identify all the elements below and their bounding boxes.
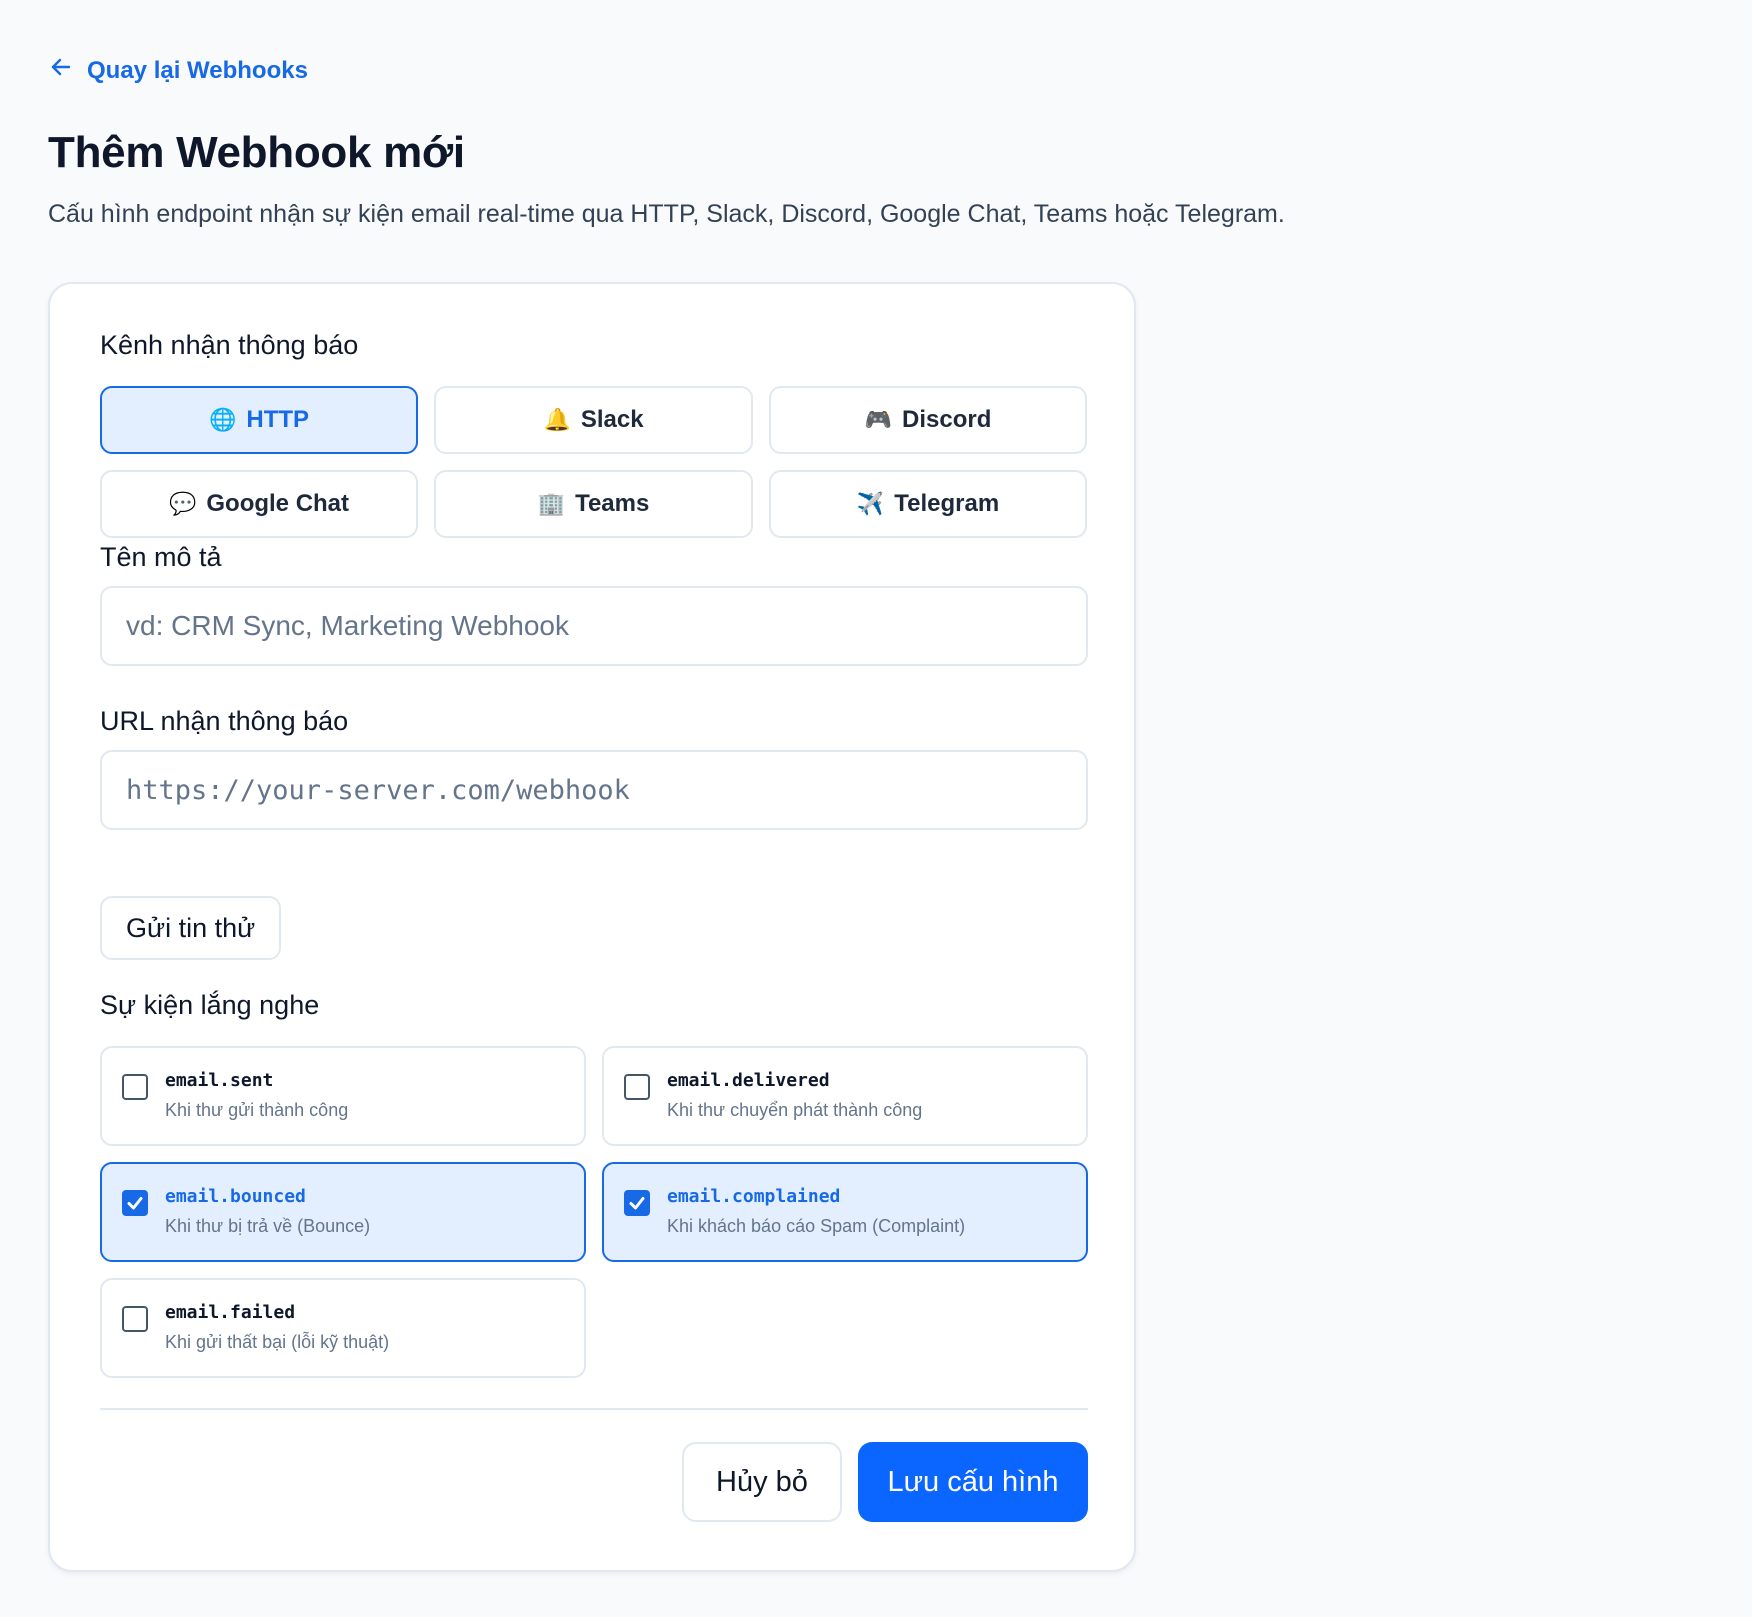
event-option-email-bounced[interactable]: email.bounced Khi thư bị trả về (Bounce) xyxy=(100,1162,586,1262)
form-footer-divider xyxy=(100,1408,1088,1410)
event-option-email-delivered[interactable]: email.delivered Khi thư chuyển phát thàn… xyxy=(602,1046,1088,1146)
event-description: Khi khách báo cáo Spam (Complaint) xyxy=(667,1216,966,1236)
event-description: Khi thư chuyển phát thành công xyxy=(667,1100,923,1120)
back-to-webhooks-link[interactable]: Quay lại Webhooks xyxy=(49,55,308,86)
channel-label: Slack xyxy=(580,406,644,433)
event-checkbox[interactable] xyxy=(122,1190,148,1216)
office-building-icon: 🏢 xyxy=(537,491,566,516)
name-field-label: Tên mô tả xyxy=(100,542,222,572)
page-title: Thêm Webhook mới xyxy=(48,128,465,177)
event-checkbox[interactable] xyxy=(122,1306,148,1332)
event-checkbox[interactable] xyxy=(624,1190,650,1216)
url-field-label: URL nhận thông báo xyxy=(100,706,349,736)
save-config-button[interactable]: Lưu cấu hình xyxy=(858,1442,1088,1522)
channel-option-slack[interactable]: 🔔 Slack xyxy=(434,386,753,454)
channel-section-label: Kênh nhận thông báo xyxy=(100,330,359,360)
event-description: Khi gửi thất bại (lỗi kỹ thuật) xyxy=(165,1332,390,1352)
page: Quay lại Webhooks Thêm Webhook mới Cấu h… xyxy=(0,0,1752,1617)
description-name-input[interactable] xyxy=(100,586,1088,666)
arrow-left-icon xyxy=(49,55,73,86)
event-description: Khi thư gửi thành công xyxy=(165,1100,349,1120)
channel-selector: 🌐 HTTP 🔔 Slack 🎮 Discord 💬 Google Chat 🏢… xyxy=(100,386,1088,538)
speech-bubble-icon: 💬 xyxy=(168,491,197,516)
channel-label: HTTP xyxy=(246,406,310,433)
airplane-icon: ✈️ xyxy=(856,491,885,516)
channel-option-http[interactable]: 🌐 HTTP xyxy=(100,386,418,454)
channel-label: Google Chat xyxy=(206,490,350,517)
webhook-form-card: Kênh nhận thông báo 🌐 HTTP 🔔 Slack 🎮 Dis… xyxy=(48,282,1136,1572)
checkmark-icon xyxy=(127,1197,143,1210)
channel-option-telegram[interactable]: ✈️ Telegram xyxy=(769,470,1087,538)
bell-icon: 🔔 xyxy=(543,407,571,432)
event-name: email.sent xyxy=(165,1070,274,1091)
event-name: email.failed xyxy=(165,1302,296,1323)
event-checkbox[interactable] xyxy=(122,1074,148,1100)
event-name: email.delivered xyxy=(667,1070,830,1091)
event-option-email-complained[interactable]: email.complained Khi khách báo cáo Spam … xyxy=(602,1162,1088,1262)
back-link-label: Quay lại Webhooks xyxy=(87,56,308,84)
webhook-url-input[interactable] xyxy=(100,750,1088,830)
event-description: Khi thư bị trả về (Bounce) xyxy=(165,1216,371,1236)
cancel-button[interactable]: Hủy bỏ xyxy=(682,1442,842,1522)
channel-option-google-chat[interactable]: 💬 Google Chat xyxy=(100,470,418,538)
event-name: email.bounced xyxy=(165,1186,306,1207)
event-option-email-failed[interactable]: email.failed Khi gửi thất bại (lỗi kỹ th… xyxy=(100,1278,586,1378)
events-list: email.sent Khi thư gửi thành công email.… xyxy=(100,1046,1088,1378)
channel-label: Teams xyxy=(575,490,650,517)
channel-option-teams[interactable]: 🏢 Teams xyxy=(434,470,753,538)
event-name: email.complained xyxy=(667,1186,841,1207)
channel-label: Discord xyxy=(902,406,992,433)
event-option-email-sent[interactable]: email.sent Khi thư gửi thành công xyxy=(100,1046,586,1146)
checkmark-icon xyxy=(629,1197,645,1210)
send-test-button[interactable]: Gửi tin thử xyxy=(100,896,282,960)
channel-label: Telegram xyxy=(894,490,1000,517)
channel-option-discord[interactable]: 🎮 Discord xyxy=(769,386,1087,454)
event-checkbox[interactable] xyxy=(624,1074,650,1100)
game-controller-icon: 🎮 xyxy=(864,407,893,432)
events-section-label: Sự kiện lắng nghe xyxy=(100,990,320,1020)
globe-icon: 🌐 xyxy=(208,407,237,432)
page-subtitle: Cấu hình endpoint nhận sự kiện email rea… xyxy=(48,200,1285,228)
